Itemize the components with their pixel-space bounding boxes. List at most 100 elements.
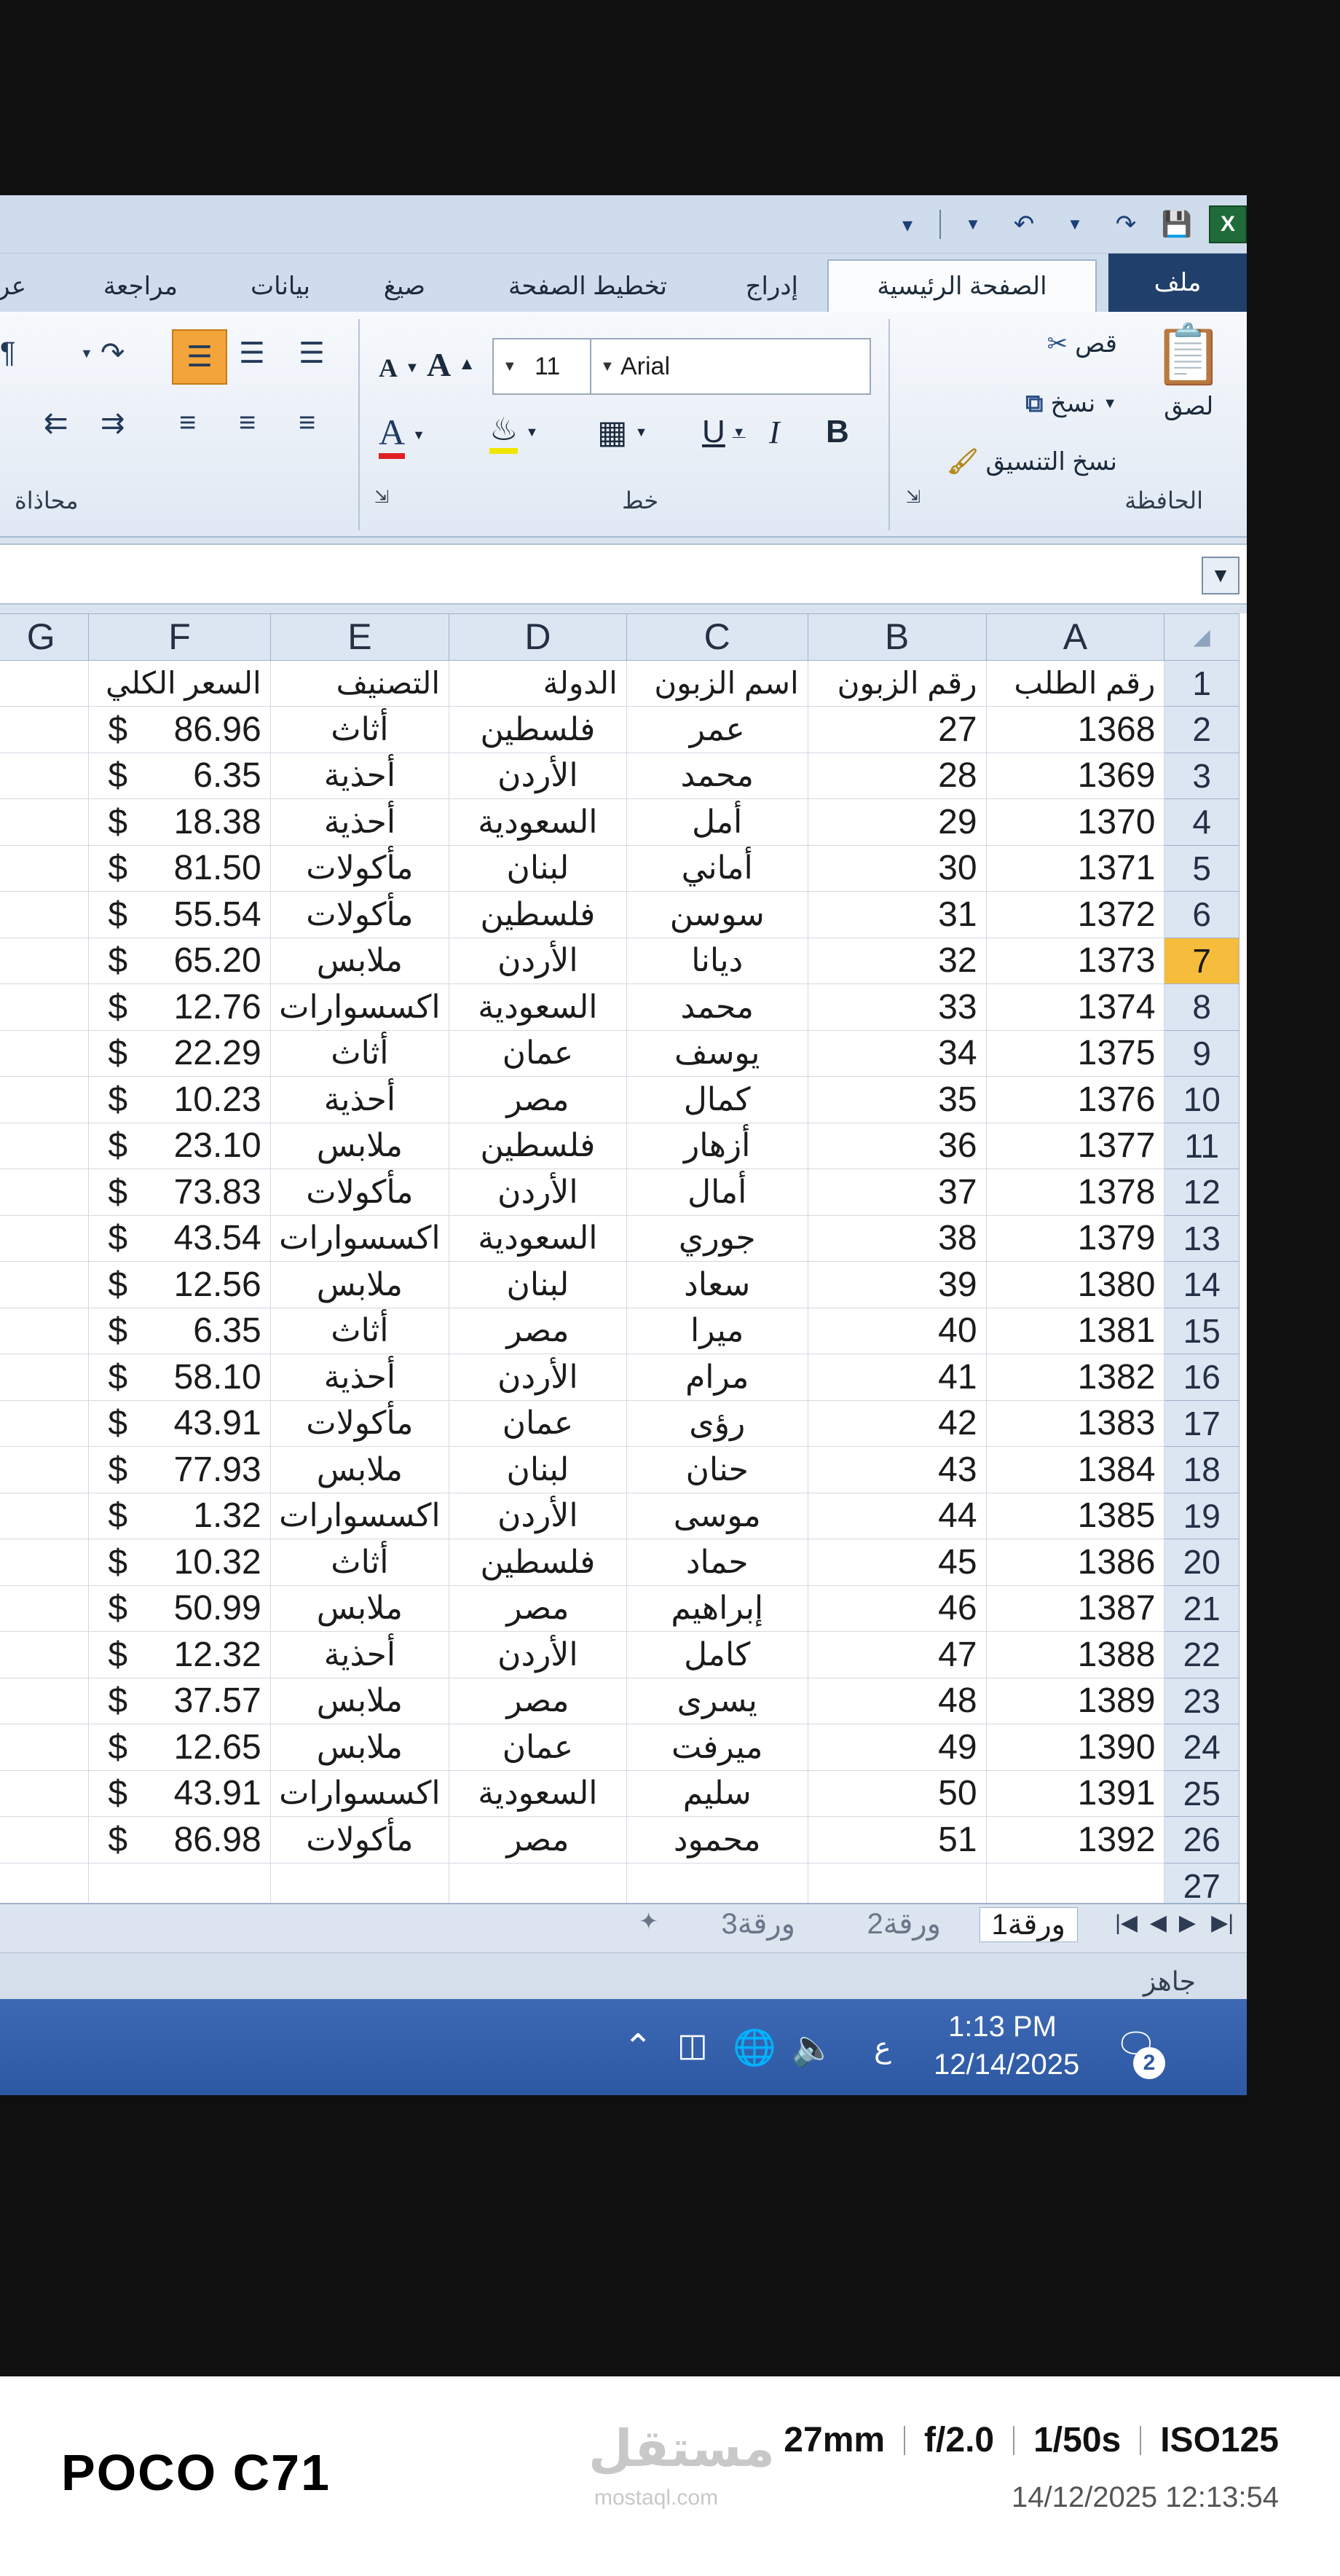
cell-total-price[interactable]: $1.32 — [88, 1492, 271, 1539]
row-header[interactable]: 15 — [1164, 1307, 1240, 1354]
paragraph-direction-button[interactable]: ¶ — [0, 337, 15, 369]
header-country[interactable]: الدولة — [449, 659, 627, 707]
cell-customer-id[interactable]: 49 — [807, 1724, 987, 1771]
cell-customer-id[interactable]: 29 — [807, 798, 987, 846]
row-header[interactable]: 27 — [1164, 1862, 1240, 1909]
table-cell[interactable] — [88, 1862, 271, 1909]
row-header[interactable]: 6 — [1164, 891, 1240, 938]
cell-total-price[interactable]: $86.98 — [88, 1816, 271, 1864]
cell-customer-id[interactable]: 28 — [807, 752, 987, 799]
row-header[interactable]: 17 — [1164, 1399, 1240, 1447]
cell-total-price[interactable]: $12.76 — [88, 983, 271, 1031]
sheet-tab-1[interactable]: ورقة1 — [979, 1907, 1078, 1942]
cell-order-id[interactable]: 1382 — [985, 1354, 1165, 1401]
table-cell[interactable] — [985, 1862, 1165, 1909]
cell-order-id[interactable]: 1375 — [985, 1029, 1165, 1077]
cell-total-price[interactable]: $43.91 — [88, 1399, 271, 1447]
cell-country[interactable]: السعودية — [449, 798, 627, 846]
cell-category[interactable]: اكسسوارات — [269, 983, 450, 1031]
cell-total-price[interactable]: $10.23 — [88, 1076, 271, 1123]
cell-order-id[interactable]: 1378 — [985, 1169, 1165, 1216]
cell-customer-name[interactable]: سليم — [626, 1770, 808, 1817]
first-sheet-icon[interactable]: |◀ — [1115, 1910, 1138, 1936]
speaker-icon[interactable]: 🔈 — [791, 2027, 835, 2068]
cell-country[interactable]: عمان — [449, 1029, 627, 1077]
cell-country[interactable]: السعودية — [449, 1770, 627, 1817]
cell-total-price[interactable]: $55.54 — [88, 891, 271, 938]
cell-category[interactable]: مأكولات — [269, 1816, 450, 1864]
cell-category[interactable]: أحذية — [269, 1076, 450, 1123]
table-cell[interactable] — [0, 1029, 90, 1077]
cell-customer-id[interactable]: 30 — [807, 844, 987, 892]
cell-country[interactable]: فلسطين — [449, 706, 627, 753]
tab-view[interactable]: عر — [0, 261, 26, 312]
cell-category[interactable]: ملابس — [269, 1724, 450, 1771]
clock-time[interactable]: 1:13 PM — [948, 2011, 1057, 2043]
cell-customer-name[interactable]: ديانا — [626, 937, 808, 984]
cell-customer-id[interactable]: 51 — [807, 1816, 987, 1864]
table-cell[interactable] — [0, 1677, 90, 1724]
cell-category[interactable]: أحذية — [269, 1631, 450, 1678]
row-header[interactable]: 9 — [1164, 1029, 1240, 1077]
cell-order-id[interactable]: 1373 — [985, 937, 1165, 984]
cell-customer-name[interactable]: ميرفت — [626, 1724, 808, 1771]
dialog-launcher-icon[interactable]: ⇲ — [906, 487, 921, 508]
cell-customer-id[interactable]: 35 — [807, 1076, 987, 1123]
row-header[interactable]: 7 — [1164, 937, 1240, 984]
cell-country[interactable]: الأردن — [449, 1631, 627, 1678]
cell-customer-id[interactable]: 44 — [807, 1492, 987, 1539]
cell-total-price[interactable]: $43.54 — [88, 1214, 271, 1262]
cell-customer-id[interactable]: 39 — [807, 1261, 987, 1308]
cell-category[interactable]: ملابس — [269, 1677, 450, 1724]
cell-country[interactable]: مصر — [449, 1307, 627, 1354]
cell-customer-name[interactable]: إبراهيم — [626, 1585, 808, 1632]
cell-category[interactable]: أحذية — [269, 1354, 450, 1401]
cell-customer-name[interactable]: أماني — [626, 844, 808, 892]
cell-country[interactable]: الأردن — [449, 752, 627, 799]
cell-country[interactable]: مصر — [449, 1076, 627, 1123]
tab-page-layout[interactable]: تخطيط الصفحة — [508, 261, 667, 312]
column-header-a[interactable]: A — [985, 613, 1165, 661]
customize-toolbar-icon[interactable]: ▾ — [888, 205, 926, 243]
cell-category[interactable]: ملابس — [269, 1446, 450, 1493]
table-cell[interactable] — [0, 1539, 90, 1586]
table-cell[interactable] — [626, 1862, 808, 1909]
orientation-button[interactable]: ▼ ↷ — [80, 337, 125, 370]
row-header[interactable]: 21 — [1164, 1585, 1240, 1632]
cell-category[interactable]: مأكولات — [269, 844, 450, 892]
cell-customer-name[interactable]: مرام — [626, 1354, 808, 1401]
cell-category[interactable]: اكسسوارات — [269, 1492, 450, 1539]
table-cell[interactable] — [0, 1122, 90, 1169]
table-cell[interactable] — [0, 1816, 90, 1864]
cell-total-price[interactable]: $10.32 — [88, 1539, 271, 1586]
align-center-button[interactable]: ≡ — [239, 407, 256, 439]
cell-order-id[interactable]: 1387 — [985, 1585, 1165, 1632]
cell-category[interactable]: أثاث — [269, 1029, 450, 1077]
cell-customer-name[interactable]: أمال — [626, 1169, 808, 1216]
row-header[interactable]: 3 — [1164, 752, 1240, 799]
cell-total-price[interactable]: $18.38 — [88, 798, 271, 846]
save-icon[interactable]: 💾 — [1158, 205, 1196, 243]
cell-category[interactable]: أثاث — [269, 1539, 450, 1586]
row-header[interactable]: 18 — [1164, 1446, 1240, 1493]
cell-category[interactable]: مأكولات — [269, 1399, 450, 1447]
table-cell[interactable] — [0, 1492, 90, 1539]
fill-color-button[interactable]: ♨ ▼ — [489, 411, 538, 454]
cell-customer-id[interactable]: 47 — [807, 1631, 987, 1678]
cell-country[interactable]: فلسطين — [449, 891, 627, 938]
table-cell[interactable] — [0, 891, 90, 938]
table-cell[interactable] — [0, 1770, 90, 1817]
underline-button[interactable]: U ▼ — [702, 414, 746, 450]
header-total-price[interactable]: السعر الكلي — [88, 659, 271, 707]
cell-category[interactable]: أثاث — [269, 1307, 450, 1354]
cell-category[interactable]: أثاث — [269, 706, 450, 753]
table-cell[interactable] — [0, 798, 90, 846]
cell-total-price[interactable]: $81.50 — [88, 844, 271, 892]
table-cell[interactable] — [0, 1076, 90, 1123]
table-cell[interactable] — [0, 1862, 90, 1909]
cell-country[interactable]: الأردن — [449, 1354, 627, 1401]
sheet-tab-3[interactable]: ورقة3 — [722, 1907, 795, 1941]
cell-customer-name[interactable]: يوسف — [626, 1029, 808, 1077]
cell-country[interactable]: عمان — [449, 1724, 627, 1771]
cell-customer-name[interactable]: ميرا — [626, 1307, 808, 1354]
